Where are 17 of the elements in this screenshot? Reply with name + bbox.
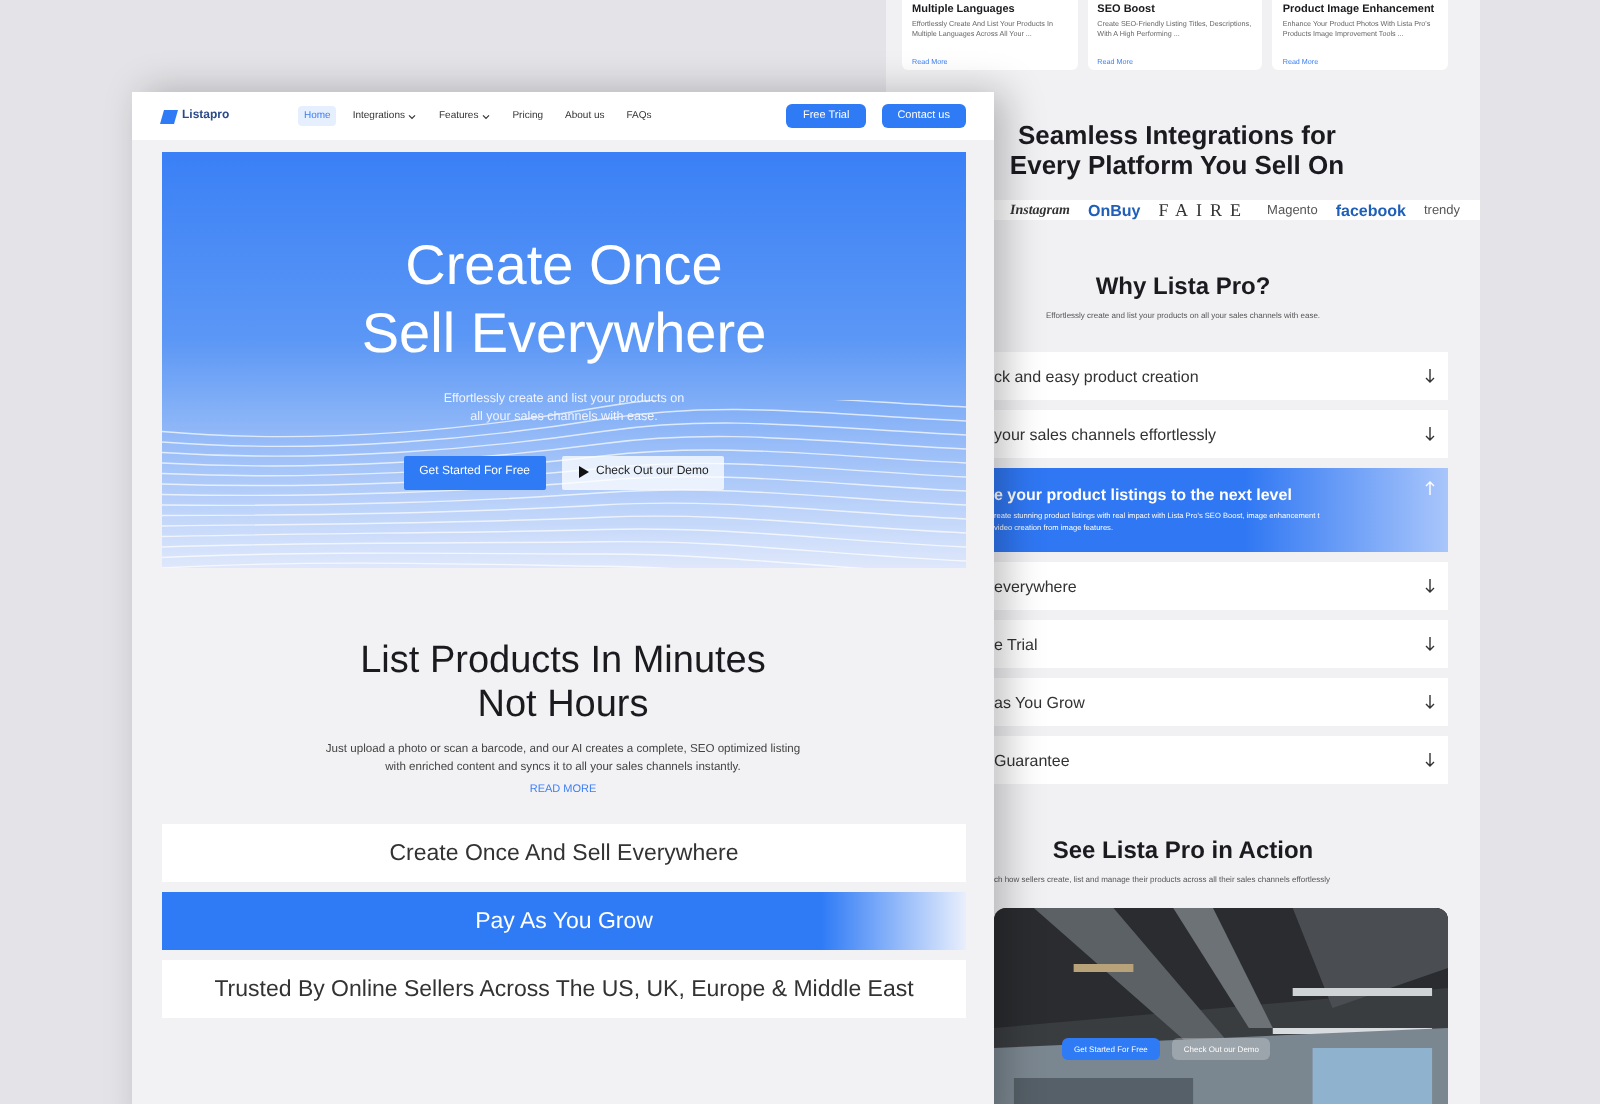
section-heading: Seamless Integrations for Every Platform You Sell On (1007, 120, 1347, 180)
hero-title: Create Once Sell Everywhere (359, 232, 769, 368)
platform-logo: OnBuy (1087, 201, 1141, 219)
faq-item[interactable]: your sales channels effortlessly (994, 410, 1448, 458)
section-heading: List Products In Minutes Not Hours (358, 640, 768, 728)
platform-logo: facebook (1335, 201, 1406, 219)
faq-item[interactable]: as You Grow (994, 678, 1448, 726)
faq-item[interactable]: Guarantee (994, 736, 1448, 784)
section-heading: See Lista Pro in Action (1050, 836, 1316, 866)
faq-item[interactable]: e Trial (994, 620, 1448, 668)
faq-item[interactable]: ck and easy product creation (994, 352, 1448, 400)
faq-item[interactable]: everywhere (994, 562, 1448, 610)
feature-tab[interactable]: Trusted By Online Sellers Across The US, UK, Europe & Middle East (162, 960, 966, 1019)
platform-logo: FAIRE (1158, 200, 1250, 220)
feature-tab[interactable]: Create Once And Sell Everywhere (162, 824, 966, 883)
feature-tab[interactable]: Pay As You Grow (162, 892, 966, 951)
section-heading: Why Lista Pro? (1093, 272, 1273, 302)
